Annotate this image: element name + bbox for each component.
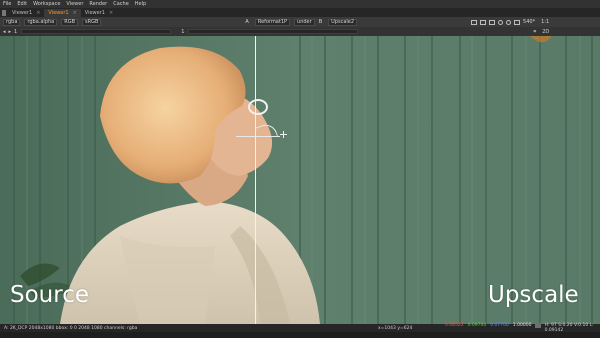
channel-layer-select[interactable]: rgba.alpha [24,18,58,26]
menu-viewer[interactable]: Viewer [66,0,83,8]
tab-label: Viewer1 [12,10,33,16]
zoom-level[interactable]: 1:1 [541,19,549,25]
menu-bar: File Edit Workspace Viewer Render Cache … [0,0,600,8]
menu-cache[interactable]: Cache [113,0,129,8]
overlay-icon[interactable] [514,19,521,25]
panel-grip-icon[interactable] [2,10,6,16]
close-icon[interactable]: × [73,9,77,17]
cursor-coords: x=1043 y=624 [378,325,413,331]
gamma-slider[interactable] [188,29,359,34]
menu-workspace[interactable]: Workspace [33,0,60,8]
viewer-image [0,36,600,324]
blend-mode-select[interactable]: under [294,18,315,26]
tab-label: Viewer1 [84,10,105,16]
colorspace-select[interactable]: sRGB [82,18,102,26]
tab-viewer-3[interactable]: Viewer1 × [81,9,117,17]
display-select[interactable]: RGB [61,18,79,26]
gain-slider[interactable] [21,29,172,34]
format-info: A: 2K_DCP 2048x1080 bbox: 0 0 2048 1080 … [4,325,138,331]
status-bar: A: 2K_DCP 2048x1080 bbox: 0 0 2048 1080 … [0,323,600,333]
guides-icon[interactable] [489,19,496,25]
viewer-toolbar: rgba rgba.alpha RGB sRGB A Reformat1P un… [0,17,600,27]
upscale-label: Upscale [488,282,579,308]
lut-icon[interactable] [498,19,504,25]
input-a-select[interactable]: Reformat1P [254,18,291,26]
fstop-icon[interactable]: ▸ [9,29,12,35]
tab-label: Viewer1 [48,10,69,16]
menu-edit[interactable]: Edit [17,0,27,8]
tab-bar: Viewer1 × Viewer1 × Viewer1 × [0,8,600,17]
source-label: Source [10,282,89,308]
input-b-letter: B [318,19,323,25]
view-mode-2d[interactable]: 2D [542,29,549,35]
close-icon[interactable]: × [36,9,40,17]
clipping-icon[interactable] [480,19,487,25]
wipe-divider[interactable] [255,36,256,324]
tab-viewer-2[interactable]: Viewer1 × [44,9,81,17]
menu-render[interactable]: Render [89,0,107,8]
proxy-resolution[interactable]: 540* [523,19,535,25]
pause-icon[interactable] [506,19,512,25]
roi-icon[interactable] [471,19,478,25]
frame-value-right[interactable]: 1 [181,29,184,35]
input-a-letter: A [245,19,249,25]
viewer-toolbar-2: ◂ ▸ 1 1 ⌗ 2D [0,27,600,36]
menu-help[interactable]: Help [135,0,146,8]
channels-select[interactable]: rgba [3,18,21,26]
frame-value[interactable]: 1 [14,29,17,35]
tab-viewer-1[interactable]: Viewer1 × [8,9,44,17]
color-swatch [535,323,541,328]
input-b-select[interactable]: Upscale2 [328,18,358,26]
prev-icon[interactable]: ◂ [3,29,6,35]
menu-file[interactable]: File [3,0,11,8]
close-icon[interactable]: × [109,9,113,17]
wipe-center-crosshair-icon[interactable] [280,131,287,138]
crop-icon[interactable]: ⌗ [533,29,536,35]
bottom-strip [0,332,600,338]
viewer-canvas[interactable]: Source Upscale [0,36,600,324]
